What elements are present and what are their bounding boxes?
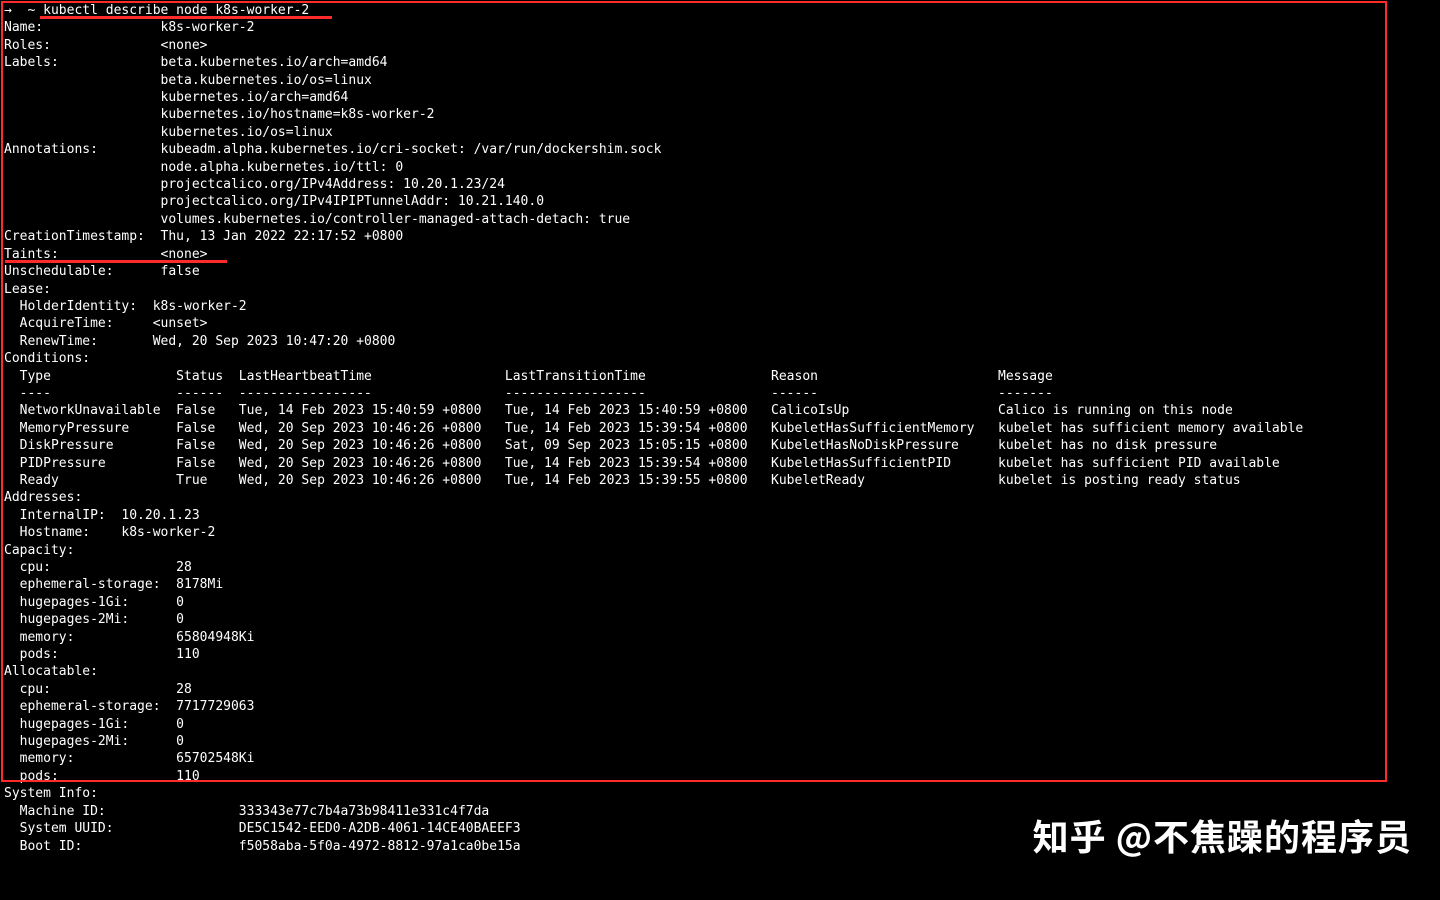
watermark-text: 知乎 @不焦躁的程序员 — [1033, 827, 1412, 844]
terminal-output: → ~ kubectl describe node k8s-worker-2 N… — [0, 0, 1440, 857]
